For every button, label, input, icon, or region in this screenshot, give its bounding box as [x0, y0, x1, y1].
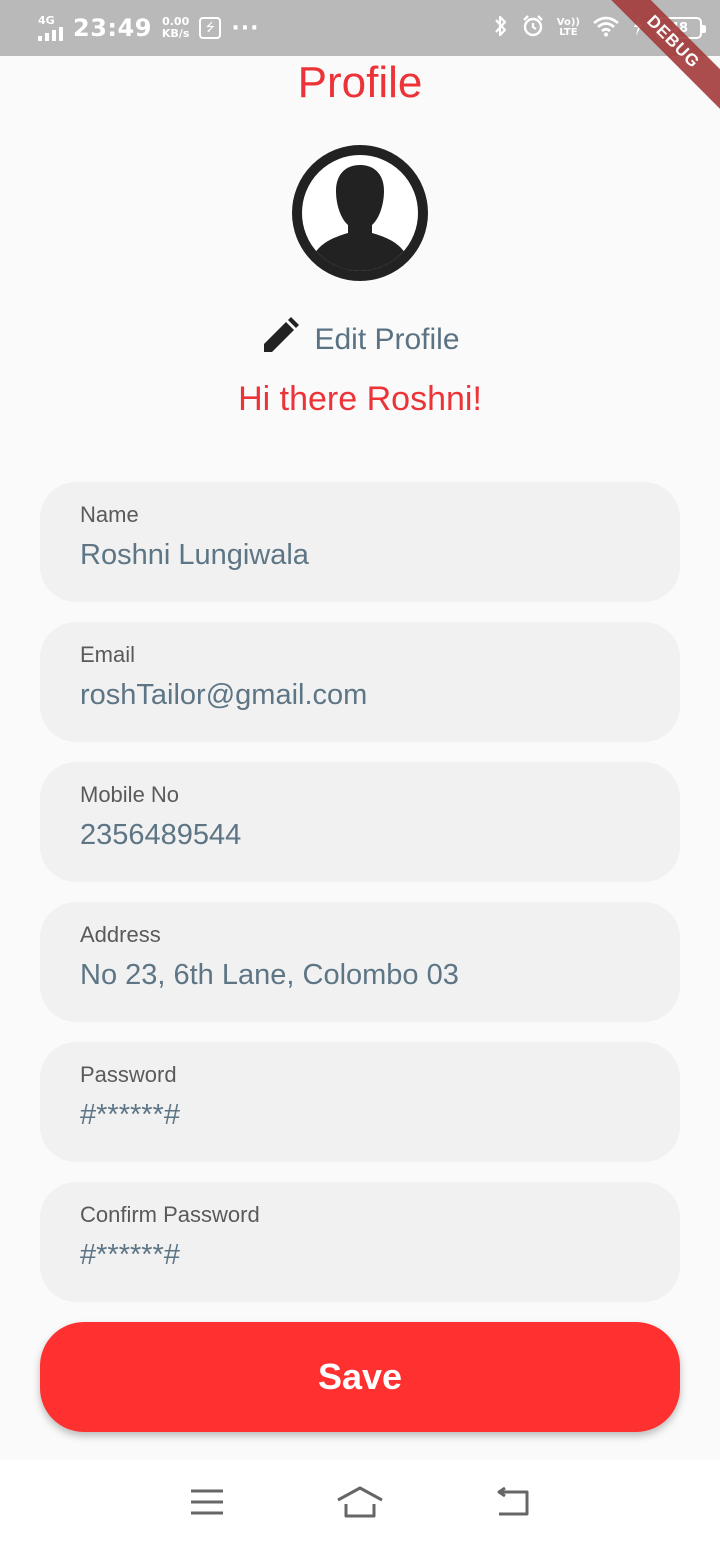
email-field[interactable]: Email roshTailor@gmail.com: [40, 622, 680, 742]
signal-icon: 4G: [38, 15, 63, 41]
field-label: Address: [80, 922, 161, 947]
alarm-icon: [521, 14, 545, 43]
clock: 23:49: [73, 14, 152, 42]
field-label: Confirm Password: [80, 1202, 260, 1227]
confirm-password-field[interactable]: Confirm Password #******#: [40, 1182, 680, 1302]
field-value[interactable]: roshTailor@gmail.com: [80, 678, 640, 712]
name-field[interactable]: Name Roshni Lungiwala: [40, 482, 680, 602]
page-title: Profile: [297, 58, 423, 107]
usb-icon: ⭍: [199, 17, 222, 39]
greeting-text: Hi there Roshni!: [238, 380, 482, 418]
address-field[interactable]: Address No 23, 6th Lane, Colombo 03: [40, 902, 680, 1022]
status-bar: 4G 23:49 0.00 KB/s ⭍ ··· Vo)) LTE 48: [0, 0, 720, 56]
password-field[interactable]: Password #******#: [40, 1042, 680, 1162]
system-nav-bar: [0, 1460, 720, 1544]
edit-profile-label: Edit Profile: [314, 323, 460, 356]
home-icon[interactable]: [330, 1477, 390, 1527]
save-button[interactable]: Save: [40, 1322, 680, 1432]
network-speed: 0.00 KB/s: [161, 15, 190, 40]
more-notifications-icon: ···: [231, 15, 260, 41]
pencil-icon: [260, 316, 300, 364]
avatar-icon[interactable]: [290, 143, 430, 283]
field-label: Email: [80, 642, 136, 667]
field-value[interactable]: #******#: [80, 1098, 640, 1132]
menu-icon[interactable]: [177, 1477, 237, 1527]
wifi-icon: [592, 15, 620, 42]
field-value[interactable]: No 23, 6th Lane, Colombo 03: [80, 958, 640, 992]
back-icon[interactable]: [483, 1477, 543, 1527]
field-value[interactable]: Roshni Lungiwala: [80, 538, 640, 572]
bluetooth-icon: [493, 14, 509, 43]
field-value[interactable]: #******#: [80, 1238, 640, 1272]
edit-profile-button[interactable]: Edit Profile: [0, 316, 720, 364]
field-label: Password: [80, 1062, 177, 1087]
network-type: 4G: [38, 14, 55, 27]
field-value[interactable]: 2356489544: [80, 818, 640, 852]
volte-icon: Vo)) LTE: [556, 17, 580, 38]
mobile-field[interactable]: Mobile No 2356489544: [40, 762, 680, 882]
field-label: Mobile No: [80, 782, 180, 807]
field-label: Name: [80, 502, 139, 527]
